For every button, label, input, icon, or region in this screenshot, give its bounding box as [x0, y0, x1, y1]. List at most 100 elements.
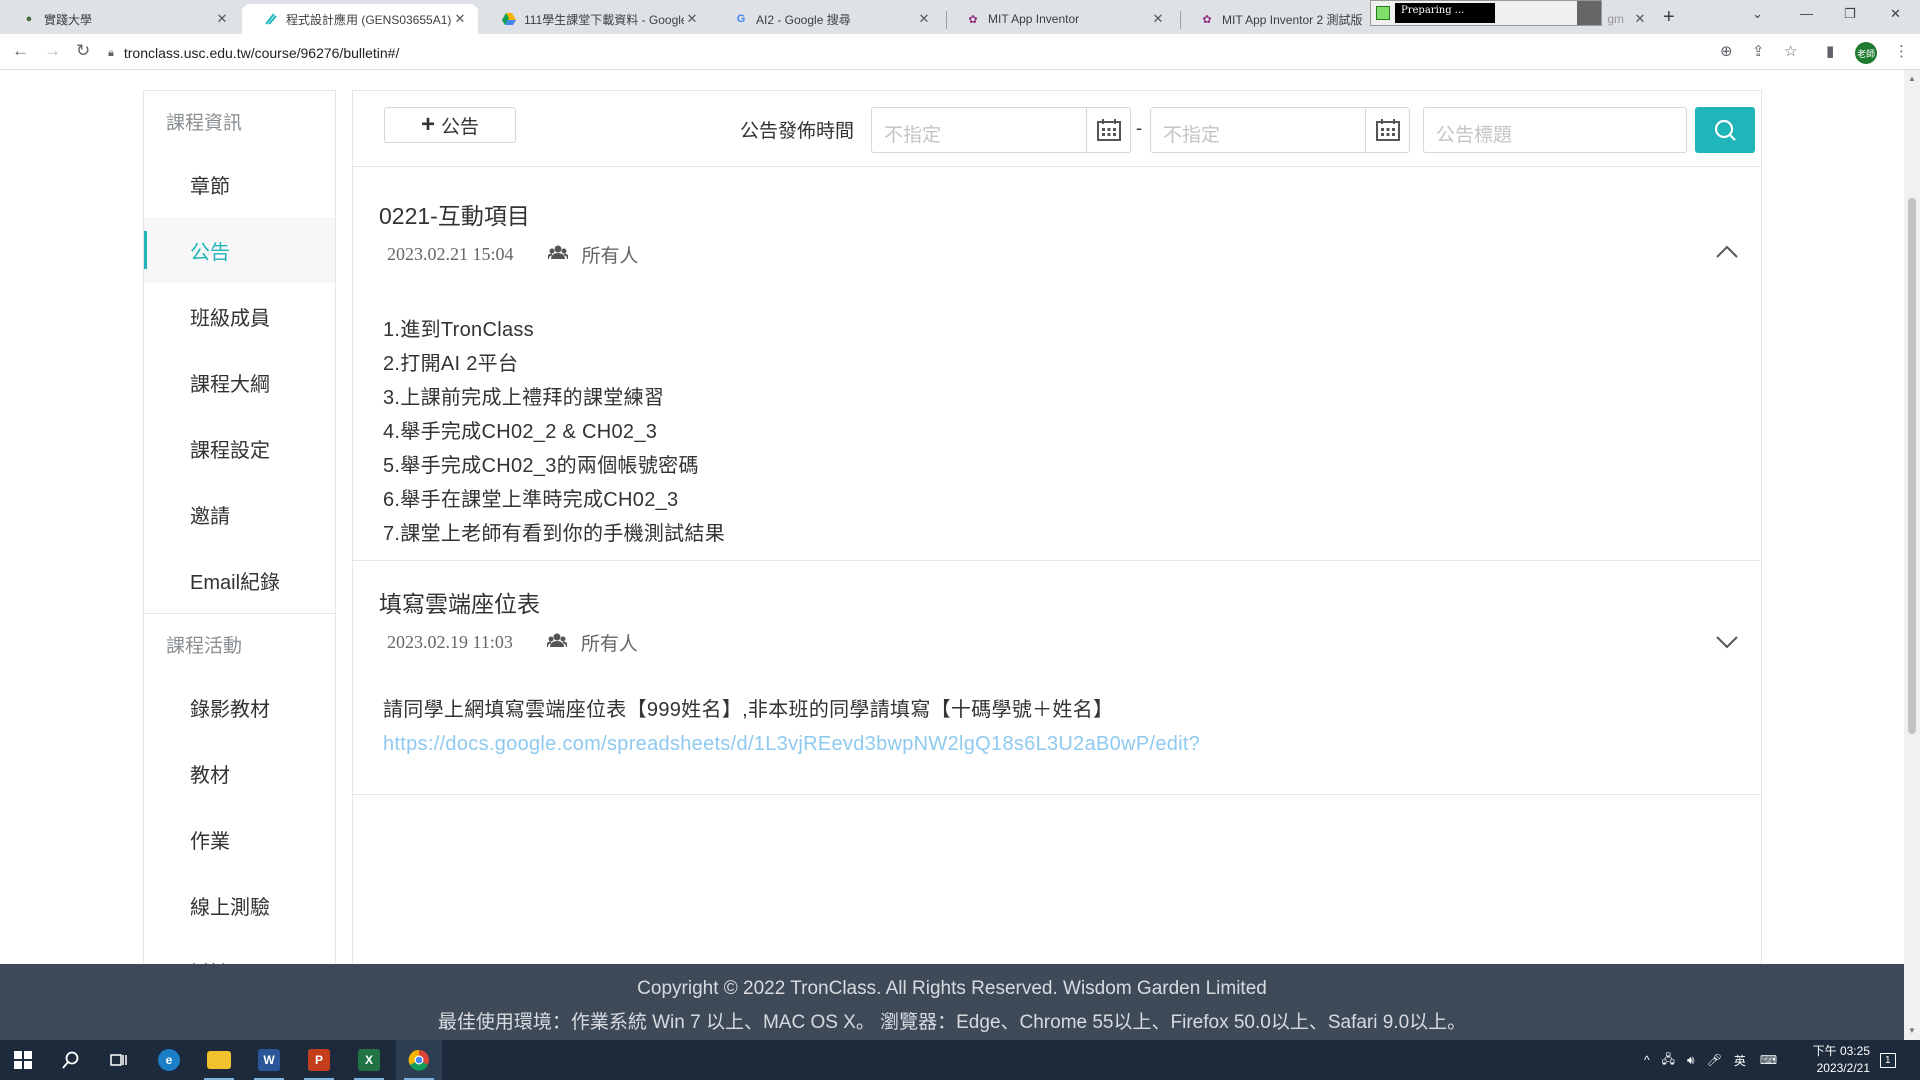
expand-chevron-down-icon[interactable] — [1715, 635, 1739, 654]
back-icon[interactable]: ← — [12, 41, 29, 61]
lock-icon[interactable]: 🔒︎ — [108, 47, 114, 60]
sidebar-section-course-info: 課程資訊 — [166, 112, 243, 134]
powerpoint-icon[interactable]: P — [296, 1040, 342, 1080]
copyright-text: Copyright © 2022 TronClass. All Rights R… — [637, 978, 1267, 999]
course-sidebar: 課程資訊 章節 公告 班級成員 課程大綱 課程設定 邀請 Email紀錄 課程活… — [143, 90, 336, 964]
sidebar-item-bulletin[interactable]: 公告 — [144, 217, 335, 283]
system-tray: ^ 🖧︎ 🔊︎ 🎤︎ 英 ⌨︎ — [1644, 1040, 1777, 1080]
sidebar-item-homework[interactable]: 作業 — [144, 806, 335, 872]
minimize-button[interactable]: — — [1800, 6, 1813, 21]
search-icon[interactable] — [48, 1040, 94, 1080]
close-icon[interactable]: ✕ — [452, 11, 468, 27]
sidebar-item-settings[interactable]: 課程設定 — [144, 415, 335, 481]
tab-search-icon[interactable]: ⌄ — [1752, 6, 1763, 22]
calendar-icon[interactable] — [1365, 108, 1409, 152]
tab-shih-chien[interactable]: ● 實踐大學 ✕ — [0, 4, 240, 34]
forward-icon[interactable]: → — [44, 41, 61, 61]
sidebar-item-discussion[interactable]: 討論 — [144, 938, 335, 965]
bulletin-title[interactable]: 0221-互動項目 — [379, 197, 530, 231]
scrollbar-thumb[interactable] — [1908, 198, 1916, 734]
sidebar-item-email-log[interactable]: Email紀錄 — [144, 547, 335, 613]
sidebar-item-members[interactable]: 班級成員 — [144, 283, 335, 349]
notification-center-icon[interactable]: 1 — [1880, 1040, 1896, 1080]
network-icon[interactable]: 🖧︎ — [1662, 1050, 1675, 1071]
start-icon[interactable] — [0, 1040, 46, 1080]
sidebar-item-videos[interactable]: 錄影教材 — [144, 674, 335, 740]
add-bulletin-label: 公告 — [441, 116, 480, 138]
volume-icon[interactable]: 🔊︎ — [1687, 1053, 1695, 1068]
zoom-icon[interactable]: ⊕ — [1720, 42, 1733, 60]
page-scrollbar[interactable]: ▲ ▼ — [1904, 70, 1920, 1040]
tab-title: 111學生課堂下載資料 - Google — [524, 12, 684, 27]
start-date-field[interactable]: 不指定 — [871, 107, 1131, 153]
profile-avatar[interactable]: 老師 — [1855, 42, 1877, 64]
people-icon — [545, 632, 568, 653]
keyboard-icon[interactable]: ⌨︎ — [1760, 1053, 1777, 1067]
close-icon[interactable]: ✕ — [684, 11, 700, 27]
clock-time: 下午 03:25 — [1812, 1044, 1870, 1058]
side-panel-icon[interactable]: ▮ — [1826, 42, 1834, 60]
add-bulletin-button[interactable]: + 公告 — [384, 107, 516, 143]
menu-icon[interactable]: ⋮ — [1894, 42, 1909, 60]
task-view-icon[interactable] — [96, 1040, 142, 1080]
sidebar-item-quiz[interactable]: 線上測驗 — [144, 872, 335, 938]
close-icon[interactable]: ✕ — [1632, 11, 1648, 27]
bulletin-line: 2.打開AI 2平台 — [383, 353, 519, 375]
edge-icon[interactable]: e — [146, 1040, 192, 1080]
publish-time-label: 公告發佈時間 — [740, 121, 855, 142]
calendar-icon[interactable] — [1086, 108, 1130, 152]
new-tab-button[interactable]: + — [1663, 6, 1675, 29]
page-content: 課程資訊 章節 公告 班級成員 課程大綱 課程設定 邀請 Email紀錄 課程活… — [0, 70, 1904, 964]
date-range-dash: - — [1136, 118, 1142, 138]
chrome-icon[interactable] — [396, 1040, 442, 1080]
sidebar-item-syllabus[interactable]: 課程大綱 — [144, 349, 335, 415]
bulletin-item: 填寫雲端座位表 2023.02.19 11:03 所有人 請同學上網填寫雲端座位… — [353, 561, 1761, 795]
excel-icon[interactable]: X — [346, 1040, 392, 1080]
start-date-placeholder: 不指定 — [884, 125, 942, 146]
spreadsheet-link[interactable]: https://docs.google.com/spreadsheets/d/1… — [383, 727, 1200, 761]
address-bar: ← → ↻ 🔒︎ tronclass.usc.edu.tw/course/962… — [0, 34, 1920, 70]
tab-google-search[interactable]: G AI2 - Google 搜尋 ✕ — [712, 4, 942, 34]
scroll-down-icon[interactable]: ▼ — [1908, 1026, 1916, 1035]
sidebar-item-chapters[interactable]: 章節 — [144, 151, 335, 217]
tray-expand-icon[interactable]: ^ — [1644, 1053, 1650, 1067]
share-icon[interactable]: ⇪ — [1752, 42, 1765, 60]
clock-date: 2023/2/21 — [1816, 1061, 1870, 1075]
scroll-up-icon[interactable]: ▲ — [1908, 74, 1916, 83]
tab-app-inventor[interactable]: ✿ MIT App Inventor ✕ — [944, 4, 1176, 34]
url-field[interactable]: 🔒︎ tronclass.usc.edu.tw/course/96276/bul… — [108, 41, 1708, 65]
restore-button[interactable]: ❐ — [1844, 6, 1856, 22]
tab-google-drive[interactable]: 111學生課堂下載資料 - Google ✕ — [480, 4, 710, 34]
sidebar-item-materials[interactable]: 教材 — [144, 740, 335, 806]
bulletin-title[interactable]: 填寫雲端座位表 — [379, 585, 540, 619]
preparing-text: Preparing ... — [1395, 3, 1495, 23]
bulletin-line: 請同學上網填寫雲端座位表【999姓名】,非本班的同學請填寫【十碼學號＋姓名】 — [383, 699, 1114, 721]
url-text: tronclass.usc.edu.tw/course/96276/bullet… — [123, 45, 400, 61]
tab-title: MIT App Inventor — [988, 12, 1080, 26]
clock[interactable]: 下午 03:25 2023/2/21 — [1790, 1043, 1870, 1077]
bulletin-meta: 2023.02.19 11:03 所有人 — [387, 629, 638, 656]
collapse-chevron-up-icon[interactable] — [1715, 245, 1739, 264]
close-icon[interactable]: ✕ — [1150, 11, 1166, 27]
close-icon[interactable]: ✕ — [214, 11, 230, 27]
bulletin-line: 4.舉手完成CH02_2 & CH02_3 — [383, 421, 658, 443]
reload-icon[interactable]: ↻ — [76, 41, 90, 61]
bulletin-title-search-input[interactable]: 公告標題 — [1423, 107, 1687, 153]
end-date-field[interactable]: 不指定 — [1150, 107, 1410, 153]
sidebar-item-invite[interactable]: 邀請 — [144, 481, 335, 547]
file-explorer-icon[interactable] — [196, 1040, 242, 1080]
bookmark-star-icon[interactable]: ☆ — [1784, 42, 1797, 60]
globe-icon: ● — [25, 13, 33, 25]
bulletin-audience: 所有人 — [580, 634, 638, 655]
close-icon[interactable]: ✕ — [916, 11, 932, 27]
ime-indicator[interactable]: 英 — [1734, 1052, 1746, 1069]
word-icon[interactable]: W — [246, 1040, 292, 1080]
tab-tronclass[interactable]: 程式設計應用 (GENS03655A1) ✕ — [242, 4, 478, 34]
people-icon — [546, 244, 569, 265]
microphone-icon[interactable]: 🎤︎ — [1707, 1053, 1722, 1067]
overlay-block — [1577, 1, 1601, 25]
bulletin-meta: 2023.02.21 15:04 所有人 — [387, 241, 639, 268]
close-window-button[interactable]: ✕ — [1890, 6, 1901, 22]
search-button[interactable] — [1695, 107, 1755, 153]
tab-title: 程式設計應用 (GENS03655A1) — [286, 12, 452, 27]
